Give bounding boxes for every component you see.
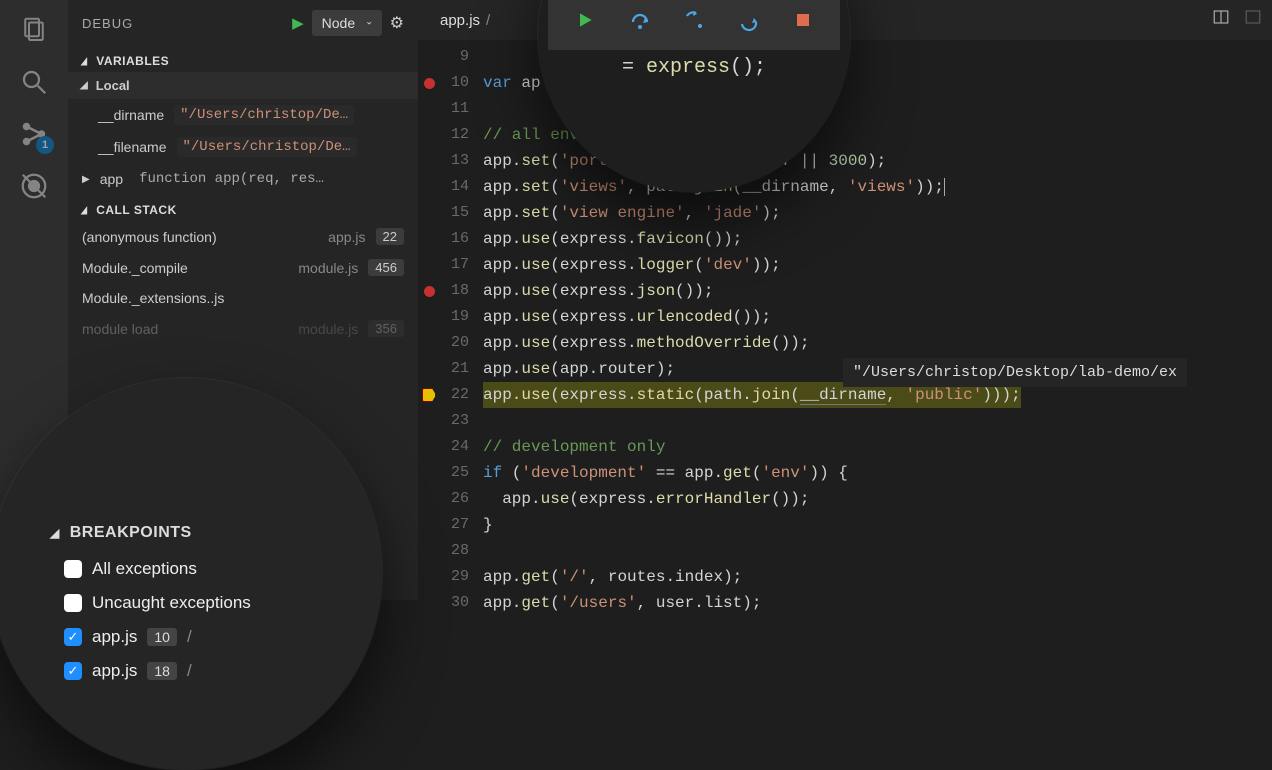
tab-modified-indicator: /: [486, 12, 490, 29]
files-icon[interactable]: [16, 12, 52, 48]
editor-actions: [1212, 8, 1262, 29]
more-icon[interactable]: [1244, 8, 1262, 29]
stack-frame[interactable]: Module._extensions..js: [68, 283, 418, 313]
hover-tooltip: "/Users/christop/Desktop/lab-demo/ex: [843, 358, 1187, 387]
variable-row[interactable]: __dirname "/Users/christop/De…: [68, 99, 418, 131]
breakpoint-item[interactable]: ✓ app.js 10 /: [50, 620, 362, 654]
breakpoint-dot[interactable]: [424, 286, 435, 297]
scm-badge: 1: [36, 136, 54, 154]
stack-frame[interactable]: (anonymous function) app.js 22: [68, 221, 418, 252]
breakpoint-all-exceptions[interactable]: All exceptions: [50, 552, 362, 586]
chevron-down-icon: ◢: [80, 80, 88, 91]
continue-button[interactable]: [571, 6, 599, 34]
variable-row[interactable]: ▶ app function app(req, res, ne…: [68, 163, 418, 195]
step-into-button[interactable]: [680, 6, 708, 34]
checkbox-unchecked[interactable]: [64, 560, 82, 578]
source-control-icon[interactable]: 1: [16, 116, 52, 152]
chevron-down-icon: ◢: [81, 205, 88, 216]
checkbox-unchecked[interactable]: [64, 594, 82, 612]
callstack-section[interactable]: ◢ CALL STACK: [68, 195, 418, 221]
chevron-right-icon: ▶: [82, 174, 90, 185]
variables-section[interactable]: ◢ VARIABLES: [68, 46, 418, 72]
breakpoint-item[interactable]: ✓ app.js 18 /: [50, 654, 362, 688]
chevron-down-icon: ◢: [81, 56, 88, 67]
debug-config-select[interactable]: Node: [312, 10, 382, 36]
start-debug-button[interactable]: ▶: [292, 14, 304, 32]
debug-title: DEBUG: [82, 16, 284, 31]
gear-icon[interactable]: ⚙: [390, 13, 404, 33]
debug-icon[interactable]: [16, 168, 52, 204]
checkbox-checked[interactable]: ✓: [64, 628, 82, 646]
split-editor-icon[interactable]: [1212, 8, 1230, 29]
current-frame-icon: [422, 388, 436, 402]
search-icon[interactable]: [16, 64, 52, 100]
stack-frame[interactable]: Module._compile module.js 456: [68, 252, 418, 283]
step-out-button[interactable]: [734, 6, 762, 34]
local-scope[interactable]: ◢ Local: [68, 72, 418, 99]
breakpoint-dot[interactable]: [424, 78, 435, 89]
editor: app.js / 9 10var ap 11 12// all envi 13a…: [418, 0, 1272, 600]
stop-button[interactable]: [789, 6, 817, 34]
step-over-button[interactable]: [626, 6, 654, 34]
breakpoint-uncaught-exceptions[interactable]: Uncaught exceptions: [50, 586, 362, 620]
variable-row[interactable]: __filename "/Users/christop/De…: [68, 131, 418, 163]
magnified-code: = express();: [538, 56, 850, 79]
debug-header: DEBUG ▶ Node ⚙: [68, 0, 418, 46]
chevron-down-icon: ◢: [50, 526, 60, 540]
breakpoints-section[interactable]: ◢ BREAKPOINTS: [50, 524, 362, 552]
debug-toolbar: [548, 0, 840, 50]
magnifier-breakpoints: ◢ BREAKPOINTS All exceptions Uncaught ex…: [0, 378, 382, 770]
stack-frame[interactable]: module load module.js 356: [68, 313, 418, 344]
code-area[interactable]: 9 10var ap 11 12// all envi 13app.set('p…: [418, 40, 1272, 616]
tab-active[interactable]: app.js: [440, 12, 480, 29]
checkbox-checked[interactable]: ✓: [64, 662, 82, 680]
